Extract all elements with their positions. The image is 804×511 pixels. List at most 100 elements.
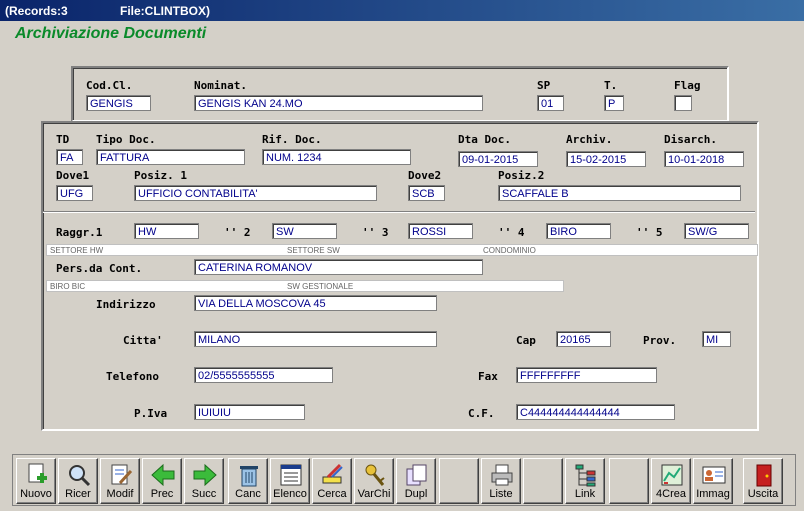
t-label: T.	[604, 79, 618, 92]
succ-button[interactable]: Succ	[184, 458, 224, 504]
dove1-field[interactable]: UFG	[56, 185, 93, 201]
trash-icon	[240, 466, 258, 487]
duplicate-icon	[406, 464, 427, 486]
ricer-button[interactable]: Ricer	[58, 458, 98, 504]
canc-label: Canc	[235, 488, 261, 500]
varchi-button[interactable]: VarChi	[354, 458, 394, 504]
crea4-label: 4Crea	[656, 488, 686, 500]
indirizzo-field[interactable]: VIA DELLA MOSCOVA 45	[194, 295, 437, 311]
window-titlebar: (Records:3 File:CLINTBOX)	[0, 0, 804, 21]
prov-field[interactable]: MI	[702, 331, 731, 347]
pers-cont-field[interactable]: CATERINA ROMANOV	[194, 259, 483, 275]
telefono-label: Telefono	[106, 370, 159, 383]
raggr2-label: '' 2	[224, 226, 251, 239]
records-count: (Records:3	[5, 4, 68, 18]
raggr5-label: '' 5	[636, 226, 663, 239]
dove2-field[interactable]: SCB	[408, 185, 445, 201]
piva-label: P.Iva	[134, 407, 168, 420]
divider	[43, 211, 755, 213]
pers-cont-label: Pers.da Cont.	[56, 262, 143, 275]
sp-field[interactable]: 01	[537, 95, 564, 111]
group-descriptions-row2: BIRO BIC SW GESTIONALE	[46, 280, 564, 292]
elenco-label: Elenco	[273, 488, 307, 500]
posiz2-field[interactable]: SCAFFALE B	[498, 185, 741, 201]
magnifier-icon	[69, 465, 91, 487]
immag-label: Immag	[696, 488, 730, 500]
desc-biro-bic: BIRO BIC	[50, 282, 86, 291]
fax-field[interactable]: FFFFFFFFF	[516, 367, 657, 383]
indirizzo-label: Indirizzo	[96, 298, 156, 311]
cf-field[interactable]: C444444444444444	[516, 404, 675, 420]
empty-button-3[interactable]	[609, 458, 649, 504]
link-button[interactable]: Link	[565, 458, 605, 504]
dupl-button[interactable]: Dupl	[396, 458, 436, 504]
document-panel	[41, 121, 759, 431]
raggr5-field[interactable]: SW/G	[684, 223, 749, 239]
crea4-button[interactable]: 4Crea	[651, 458, 691, 504]
id-card-icon	[702, 466, 726, 484]
flag-checkbox[interactable]	[674, 95, 692, 111]
empty-button-1[interactable]	[439, 458, 479, 504]
cerca-label: Cerca	[317, 488, 347, 500]
dta-doc-label: Dta Doc.	[458, 133, 511, 146]
liste-button[interactable]: Liste	[481, 458, 521, 504]
link-tree-icon	[575, 464, 596, 487]
citta-field[interactable]: MILANO	[194, 331, 437, 347]
raggr3-field[interactable]: ROSSI	[408, 223, 473, 239]
elenco-button[interactable]: Elenco	[270, 458, 310, 504]
raggr2-field[interactable]: SW	[272, 223, 337, 239]
cap-field[interactable]: 20165	[556, 331, 611, 347]
sp-label: SP	[537, 79, 551, 92]
raggr3-label: '' 3	[362, 226, 389, 239]
raggr1-label: Raggr.1	[56, 226, 103, 239]
td-field[interactable]: FA	[56, 149, 83, 165]
raggr4-label: '' 4	[498, 226, 525, 239]
posiz1-field[interactable]: UFFICIO CONTABILITA'	[134, 185, 377, 201]
printer-icon	[491, 464, 513, 486]
exit-door-icon	[756, 464, 772, 487]
search-highlight-icon	[322, 463, 343, 484]
desc-condominio: CONDOMINIO	[483, 246, 536, 255]
tipo-doc-label: Tipo Doc.	[96, 133, 156, 146]
citta-label: Citta'	[123, 334, 163, 347]
edit-document-icon	[111, 464, 133, 485]
posiz1-label: Posiz. 1	[134, 169, 187, 182]
t-field[interactable]: P	[604, 95, 624, 111]
prov-label: Prov.	[643, 334, 677, 347]
cod-cl-field[interactable]: GENGIS	[86, 95, 151, 111]
cerca-button[interactable]: Cerca	[312, 458, 352, 504]
group-descriptions-row1: SETTORE HW SETTORE SW CONDOMINIO	[46, 244, 758, 256]
nominat-field[interactable]: GENGIS KAN 24.MO	[194, 95, 483, 111]
desc-settore-sw: SETTORE SW	[287, 246, 340, 255]
raggr1-field[interactable]: HW	[134, 223, 199, 239]
liste-label: Liste	[489, 488, 513, 500]
chart-icon	[661, 464, 683, 486]
immag-button[interactable]: Immag	[693, 458, 733, 504]
dta-doc-field[interactable]: 09-01-2015	[458, 151, 538, 167]
archiv-field[interactable]: 15-02-2015	[566, 151, 646, 167]
archiv-label: Archiv.	[566, 133, 613, 146]
raggr4-field[interactable]: BIRO	[546, 223, 611, 239]
uscita-label: Uscita	[747, 488, 779, 500]
uscita-button[interactable]: Uscita	[743, 458, 783, 504]
nuovo-button[interactable]: Nuovo	[16, 458, 56, 504]
prec-button[interactable]: Prec	[142, 458, 182, 504]
cap-label: Cap	[516, 334, 536, 347]
tipo-doc-field[interactable]: FATTURA	[96, 149, 245, 165]
ricer-label: Ricer	[65, 488, 91, 500]
link-label: Link	[574, 488, 596, 500]
empty-button-2[interactable]	[523, 458, 563, 504]
keys-icon	[365, 464, 385, 486]
telefono-field[interactable]: 02/5555555555	[194, 367, 333, 383]
prec-label: Prec	[150, 488, 174, 500]
canc-button[interactable]: Canc	[228, 458, 268, 504]
arrow-left-icon	[151, 463, 175, 487]
dove2-label: Dove2	[408, 169, 442, 182]
rif-doc-field[interactable]: NUM. 1234	[262, 149, 411, 165]
bottom-toolbar: Nuovo Ricer Modif Prec Succ Canc Elenco …	[12, 454, 796, 506]
nominat-label: Nominat.	[194, 79, 247, 92]
disarch-field[interactable]: 10-01-2018	[664, 151, 744, 167]
piva-field[interactable]: IUIUIU	[194, 404, 305, 420]
modif-button[interactable]: Modif	[100, 458, 140, 504]
rif-doc-label: Rif. Doc.	[262, 133, 322, 146]
